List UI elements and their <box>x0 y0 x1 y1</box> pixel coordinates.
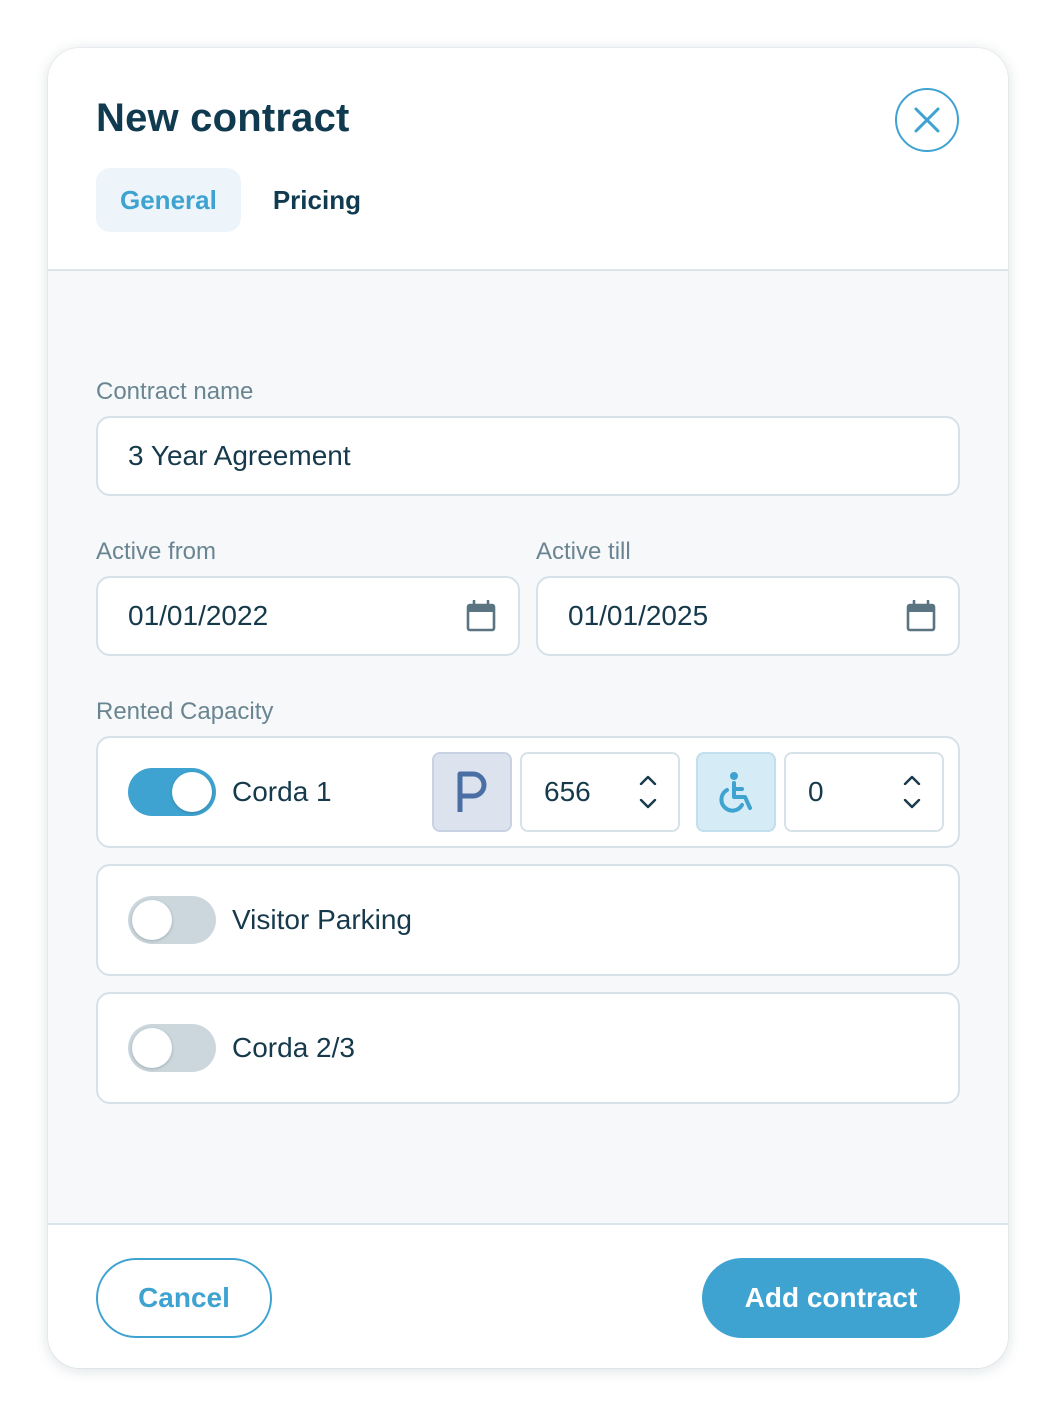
calendar-icon[interactable] <box>906 600 936 632</box>
active-from-label: Active from <box>96 538 217 565</box>
tab-pricing[interactable]: Pricing <box>249 168 385 232</box>
accessible-spots-value: 0 <box>808 776 824 807</box>
active-till-value: 01/01/2025 <box>568 600 709 631</box>
active-from-value: 01/01/2022 <box>128 600 269 631</box>
toggle-knob <box>132 1028 172 1068</box>
rented-capacity-label: Rented Capacity <box>96 698 274 725</box>
dialog-title: New contract <box>96 96 350 140</box>
capacity-name: Corda 1 <box>232 776 332 807</box>
close-icon <box>914 107 940 133</box>
parking-badge <box>432 752 512 832</box>
accessible-badge <box>696 752 776 832</box>
active-from-input[interactable]: 01/01/2022 <box>96 576 520 656</box>
active-till-label: Active till <box>536 538 631 565</box>
capacity-name: Corda 2/3 <box>232 1032 355 1063</box>
active-till-input[interactable]: 01/01/2025 <box>536 576 960 656</box>
contract-name-input[interactable]: 3 Year Agreement <box>96 416 960 496</box>
capacity-row-corda-1: Corda 1 656 0 <box>96 736 960 848</box>
capacity-name: Visitor Parking <box>232 904 413 935</box>
calendar-icon[interactable] <box>466 600 496 632</box>
new-contract-dialog: New contract General Pricing Contract na… <box>48 48 1008 1368</box>
toggle-knob <box>132 900 172 940</box>
toggle-switch-corda-1[interactable] <box>128 768 216 816</box>
parking-icon <box>457 771 487 812</box>
close-button[interactable] <box>895 88 959 152</box>
toggle-switch-corda-2-3[interactable] <box>128 1024 216 1072</box>
dialog-footer: Cancel Add contract <box>48 1223 1008 1368</box>
stepper-arrows <box>618 754 678 830</box>
chevron-up-icon[interactable] <box>903 775 921 785</box>
tab-bar: General Pricing <box>96 168 385 232</box>
chevron-down-icon[interactable] <box>903 799 921 809</box>
contract-name-label: Contract name <box>96 378 254 405</box>
tab-general[interactable]: General <box>96 168 241 232</box>
stepper-arrows <box>882 754 942 830</box>
toggle-knob <box>172 772 212 812</box>
chevron-down-icon[interactable] <box>639 799 657 809</box>
toggle-switch-visitor-parking[interactable] <box>128 896 216 944</box>
dialog-body: Contract name 3 Year Agreement Active fr… <box>48 271 1008 1223</box>
dialog-header: New contract General Pricing <box>48 48 1008 271</box>
cancel-button[interactable]: Cancel <box>96 1258 272 1338</box>
chevron-up-icon[interactable] <box>639 775 657 785</box>
capacity-row-corda-2-3: Corda 2/3 <box>96 992 960 1104</box>
accessible-spots-stepper[interactable]: 0 <box>784 752 944 832</box>
parking-spots-value: 656 <box>544 776 591 807</box>
contract-name-value: 3 Year Agreement <box>128 440 351 471</box>
wheelchair-icon <box>719 772 752 813</box>
parking-spots-stepper[interactable]: 656 <box>520 752 680 832</box>
add-contract-button[interactable]: Add contract <box>702 1258 960 1338</box>
capacity-row-visitor-parking: Visitor Parking <box>96 864 960 976</box>
